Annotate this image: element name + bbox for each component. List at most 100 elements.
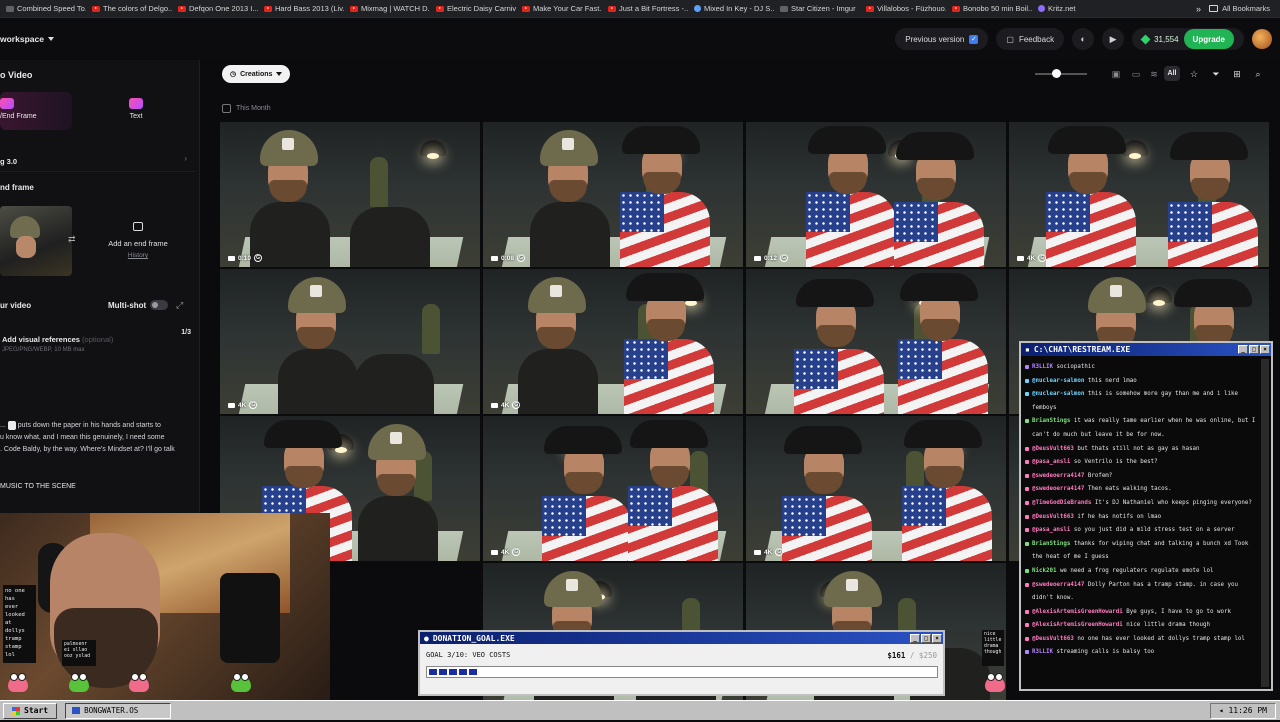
note-line: dollys — [5, 628, 25, 634]
prompt-input[interactable]: ... puts down the paper in his hands and… — [0, 420, 195, 456]
bookmark-item[interactable]: Bonobo 50 min Boil... — [946, 4, 1032, 13]
audio-filter-icon[interactable]: ≋ — [1148, 68, 1160, 80]
chat-text: Then eats walking tacos. — [1087, 486, 1172, 493]
bookmark-item[interactable]: Kritz.net — [1032, 4, 1082, 13]
previous-version-toggle[interactable]: Previous version ✓ — [895, 28, 989, 50]
site-icon — [1038, 5, 1045, 12]
creation-thumbnail[interactable]: 0:10 G — [220, 122, 480, 267]
bookmark-item[interactable]: Villalobos - Füzhouo... — [860, 4, 946, 13]
bookmark-item[interactable]: The colors of Delgo... — [86, 4, 172, 13]
taskbar-item[interactable]: BONGWATER.OS — [65, 702, 172, 719]
workspace-selector[interactable]: workspace — [0, 34, 54, 44]
visual-references-formats: JPEG/PNG/WEBP, 10 MB max — [2, 347, 85, 353]
panel-title: o Video — [0, 70, 33, 80]
avatar[interactable] — [1252, 29, 1272, 49]
model-selector[interactable]: g 3.0 › — [0, 146, 195, 172]
upgrade-button[interactable]: Upgrade — [1183, 29, 1234, 49]
bookmark-item[interactable]: Make Your Car Fast... — [516, 4, 602, 13]
chat-username[interactable]: @DeusVult663 — [1032, 636, 1074, 642]
chat-username[interactable]: @AlexisArtemisGreenHowardi — [1032, 609, 1123, 615]
discord-icon[interactable]: ◐ — [1072, 28, 1095, 50]
bookmark-item[interactable]: Just a Bit Fortress -... — [602, 4, 688, 13]
minimize-button[interactable]: _ — [910, 633, 920, 643]
search-icon[interactable]: ⌕ — [1252, 68, 1264, 80]
chat-window-titlebar[interactable]: ▪ C:\CHAT\RESTREAM.EXE _ □ × — [1021, 343, 1271, 356]
chat-username[interactable]: R3LLIK — [1032, 364, 1053, 370]
chat-username[interactable]: R3LLIK — [1032, 649, 1053, 655]
bookmark-item[interactable]: Combined Speed To... — [0, 4, 86, 13]
creation-thumbnail[interactable]: 4K G — [483, 416, 743, 561]
zoom-slider-handle[interactable] — [1052, 69, 1061, 78]
chat-text: if he has notifs on lmao — [1077, 513, 1162, 520]
multi-shot-toggle[interactable] — [150, 300, 168, 310]
bookmark-item[interactable]: Electric Daisy Carniv... — [430, 4, 516, 13]
creation-thumbnail[interactable] — [746, 269, 1006, 414]
add-end-frame-button[interactable]: Add an end frame History — [86, 210, 190, 276]
grid-view-icon[interactable]: ⊞ — [1231, 68, 1243, 80]
bookmark-item[interactable]: Mixmag | WATCH D... — [344, 4, 430, 13]
history-link[interactable]: History — [86, 252, 190, 259]
chat-username[interactable]: @pasa_ansli — [1032, 459, 1070, 465]
chat-username[interactable]: @DeusVult663 — [1032, 446, 1074, 452]
feedback-button[interactable]: ▢ Feedback — [996, 28, 1065, 50]
chevron-down-icon — [47, 37, 54, 41]
close-button[interactable]: × — [932, 633, 942, 643]
bookmark-item[interactable]: Mixed In Key - DJ S... — [688, 4, 774, 13]
all-bookmarks-button[interactable]: All Bookmarks — [1209, 4, 1280, 13]
bookmark-item[interactable]: Defqon One 2013 I... — [172, 4, 258, 13]
tab-all[interactable]: All — [1164, 66, 1180, 81]
swap-icon[interactable]: ⇄ — [68, 234, 76, 245]
donation-window-titlebar[interactable]: ● DONATION_GOAL.EXE _ □ × — [420, 632, 943, 644]
webcam-overlay — [0, 513, 330, 700]
chat-username[interactable]: @TimeGodDieBrands — [1032, 500, 1091, 506]
credits-display[interactable]: 31,554 Upgrade — [1132, 28, 1244, 50]
minimize-button[interactable]: _ — [1238, 345, 1248, 354]
creation-thumbnail[interactable]: 4K G — [1009, 122, 1269, 267]
zoom-slider[interactable] — [1035, 73, 1087, 75]
creation-thumbnail[interactable]: 4K G — [220, 269, 480, 414]
tab-frames[interactable]: /End Frame — [0, 92, 72, 130]
maximize-button[interactable]: □ — [1249, 345, 1259, 354]
tab-text-label: Text — [129, 113, 143, 120]
bookmark-item[interactable]: Star Citizen - Imgur — [774, 4, 860, 13]
star-icon[interactable]: ☆ — [1188, 68, 1200, 80]
youtube-icon[interactable]: ▶ — [1102, 28, 1125, 50]
visual-references-upload[interactable]: Add visual references (optional) 1/3 JPE… — [0, 325, 195, 355]
bookmark-item[interactable]: Hard Bass 2013 (Liv... — [258, 4, 344, 13]
chat-message: @pasa_ansli so you just did a mild stres… — [1025, 524, 1259, 538]
creations-dropdown[interactable]: ◷ Creations — [222, 65, 291, 83]
creation-thumbnail[interactable]: 0:08 G — [483, 122, 743, 267]
chat-username[interactable]: @swedeoerra4147 — [1032, 486, 1084, 492]
frog-emote-icon — [69, 673, 89, 692]
frog-emote-icon — [985, 673, 1005, 692]
expand-icon[interactable]: ⤢ — [176, 300, 183, 311]
start-frame-thumbnail[interactable] — [0, 206, 72, 276]
close-button[interactable]: × — [1260, 345, 1270, 354]
video-filter-icon[interactable]: ▭ — [1130, 68, 1142, 80]
chat-username[interactable]: BrianStings — [1032, 418, 1070, 424]
chat-username[interactable]: @swedeoerra4147 — [1032, 473, 1084, 479]
chat-username[interactable]: Nick201 — [1032, 568, 1056, 574]
chat-scrollbar[interactable] — [1261, 359, 1269, 687]
creation-thumbnail[interactable]: 4K G — [483, 269, 743, 414]
bookmarks-overflow-button[interactable]: » — [1188, 4, 1209, 14]
add-end-frame-label: Add an end frame — [108, 239, 168, 248]
select-month-checkbox[interactable] — [222, 104, 231, 113]
duration-badge: 0:10 G — [228, 254, 263, 262]
chat-username[interactable]: @AlexisArtemisGreenHowardi — [1032, 622, 1123, 628]
chat-username[interactable]: @swedeoerra4147 — [1032, 582, 1084, 588]
filter-icon[interactable]: ⏷ — [1210, 68, 1222, 80]
maximize-button[interactable]: □ — [921, 633, 931, 643]
chat-username[interactable]: @pasa_ansli — [1032, 527, 1070, 533]
chat-username[interactable]: @nuclear-salmon — [1032, 391, 1084, 397]
this-month-group[interactable]: This Month — [222, 104, 271, 113]
tab-text[interactable]: Text — [100, 92, 172, 130]
start-button[interactable]: Start — [3, 702, 58, 719]
chat-username[interactable]: @DeusVult663 — [1032, 514, 1074, 520]
image-filter-icon[interactable]: ▣ — [1110, 68, 1122, 80]
chat-username[interactable]: @nuclear-salmon — [1032, 378, 1084, 384]
creation-thumbnail[interactable]: 4K G — [746, 416, 1006, 561]
chat-username[interactable]: BrianStings — [1032, 541, 1070, 547]
creation-thumbnail[interactable]: 0:12 G — [746, 122, 1006, 267]
chat-message: @TimeGodDieBrands It's DJ Nathaniel who … — [1025, 497, 1259, 511]
